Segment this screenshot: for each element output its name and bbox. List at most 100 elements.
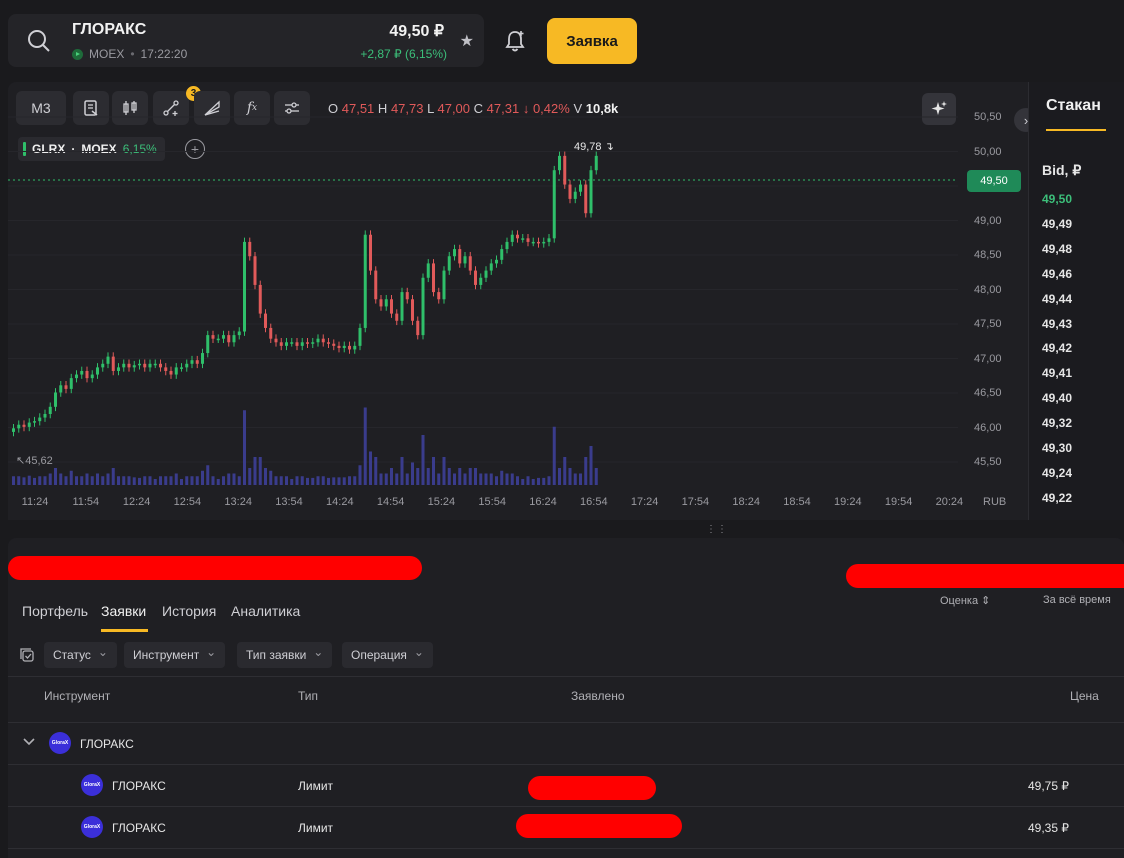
tab-orderbook[interactable]: Стакан <box>1046 97 1101 115</box>
candle-body <box>479 277 483 285</box>
glorax-logo: GloraX <box>81 816 103 838</box>
x-axis-tick: 15:54 <box>478 496 506 508</box>
candle-body <box>453 249 456 257</box>
volume-bar <box>542 477 546 485</box>
exchange-label: MOEX <box>89 47 125 61</box>
candle-body <box>500 249 504 260</box>
alert-bell-icon[interactable] <box>502 28 528 54</box>
volume-bar <box>306 477 309 485</box>
x-axis-tick: 17:24 <box>630 496 659 508</box>
candle-body <box>80 370 84 375</box>
bid-price-row[interactable]: 49,41 <box>1042 366 1072 380</box>
price-change: +2,87 ₽ (6,15%) <box>360 47 447 61</box>
period-select-button[interactable]: За всё время <box>1043 594 1111 606</box>
volume-bar <box>390 468 393 485</box>
row-instrument[interactable]: ГЛОРАКС <box>112 821 166 835</box>
tab-analytics[interactable]: Аналитика <box>231 603 300 619</box>
volume-bar <box>531 479 535 485</box>
volume-bar <box>22 477 26 485</box>
search-icon[interactable] <box>26 28 52 54</box>
candle-body <box>589 170 593 214</box>
candle-body <box>369 234 372 271</box>
bid-price-row[interactable]: 49,30 <box>1042 441 1072 455</box>
bid-price-row[interactable]: 49,42 <box>1042 341 1072 355</box>
filter-operation[interactable]: Операция <box>342 642 433 668</box>
candle-body <box>122 363 126 368</box>
bid-price-row[interactable]: 49,32 <box>1042 416 1072 430</box>
candle-body <box>48 406 52 414</box>
chart-panel[interactable]: М3 3 fx O 47,51 H 47,73 L 47,00 C 47,31 … <box>8 82 1028 520</box>
bid-price-row[interactable]: 49,22 <box>1042 491 1072 505</box>
bid-price-row[interactable]: 49,48 <box>1042 242 1072 256</box>
bid-price-row[interactable]: 49,49 <box>1042 217 1072 231</box>
volume-bar <box>159 476 162 485</box>
glorax-logo: GloraX <box>81 774 103 796</box>
candle-body <box>442 270 446 300</box>
volume-bar <box>243 410 246 485</box>
volume-bar <box>138 477 141 485</box>
select-all-checkbox-icon[interactable] <box>20 648 35 663</box>
volume-bar <box>563 457 567 485</box>
candlestick-chart[interactable] <box>8 82 958 502</box>
panel-resize-handle[interactable]: ⋮⋮ <box>706 524 728 535</box>
filter-order-type[interactable]: Тип заявки <box>237 642 333 668</box>
bid-price-row[interactable]: 49,46 <box>1042 267 1072 281</box>
volume-bar <box>274 476 278 485</box>
candle-body <box>390 299 393 314</box>
column-instrument[interactable]: Инструмент <box>44 689 110 703</box>
favorite-star-icon[interactable]: ★ <box>460 31 474 51</box>
column-price[interactable]: Цена <box>1070 689 1099 703</box>
volume-bar <box>96 473 99 485</box>
candle-body <box>264 313 267 328</box>
volume-bar <box>295 476 299 485</box>
bid-price-row[interactable]: 49,24 <box>1042 466 1072 480</box>
candle-body <box>111 356 115 371</box>
redacted-balance <box>846 564 1124 588</box>
volume-bar <box>43 476 47 485</box>
tab-history[interactable]: История <box>162 603 216 619</box>
quote-time: 17:22:20 <box>140 47 188 61</box>
candle-body <box>33 421 36 423</box>
volume-bar <box>342 477 346 485</box>
bid-price-row[interactable]: 49,44 <box>1042 292 1072 306</box>
volume-bar <box>453 473 456 485</box>
candle-body <box>169 370 173 375</box>
place-order-button[interactable]: Заявка <box>547 18 637 64</box>
volume-bar <box>279 476 283 485</box>
row-instrument[interactable]: ГЛОРАКС <box>112 779 166 793</box>
candle-body <box>379 299 383 307</box>
volume-bar <box>80 476 84 485</box>
volume-bar <box>348 476 351 485</box>
bid-price-row[interactable]: 49,43 <box>1042 317 1072 331</box>
candle-body <box>12 428 15 432</box>
ticker-search-box[interactable]: ГЛОРАКС MOEX • 17:22:20 49,50 ₽ +2,87 ₽ … <box>8 14 484 67</box>
chevron-down-icon[interactable] <box>22 735 36 749</box>
candle-body <box>85 370 89 379</box>
tab-orders[interactable]: Заявки <box>101 603 146 619</box>
volume-bar <box>64 476 68 485</box>
candle-body <box>22 424 26 427</box>
volume-bar <box>369 451 372 485</box>
candle-body <box>206 335 210 354</box>
filter-instrument[interactable]: Инструмент <box>124 642 226 668</box>
volume-bar <box>358 465 362 485</box>
volume-bar <box>405 473 409 485</box>
candle-body <box>295 342 299 346</box>
column-declared[interactable]: Заявлено <box>571 689 625 703</box>
candle-body <box>300 342 304 346</box>
tab-portfolio[interactable]: Портфель <box>22 603 88 619</box>
bid-price-row[interactable]: 49,50 <box>1042 192 1072 206</box>
sort-estimate-button[interactable]: Оценка ⇕ <box>940 594 990 607</box>
volume-bar <box>222 476 225 485</box>
candle-body <box>594 155 598 171</box>
bid-price-row[interactable]: 49,40 <box>1042 391 1072 405</box>
column-type[interactable]: Тип <box>298 689 318 703</box>
volume-bar <box>363 407 367 485</box>
candle-body <box>458 249 462 264</box>
filter-status[interactable]: Статус <box>44 642 117 668</box>
candle-body <box>374 270 378 300</box>
volume-bar <box>164 476 168 485</box>
candle-body <box>411 299 414 321</box>
y-axis-tick: 45,50 <box>974 456 1002 468</box>
volume-bar <box>468 468 472 485</box>
